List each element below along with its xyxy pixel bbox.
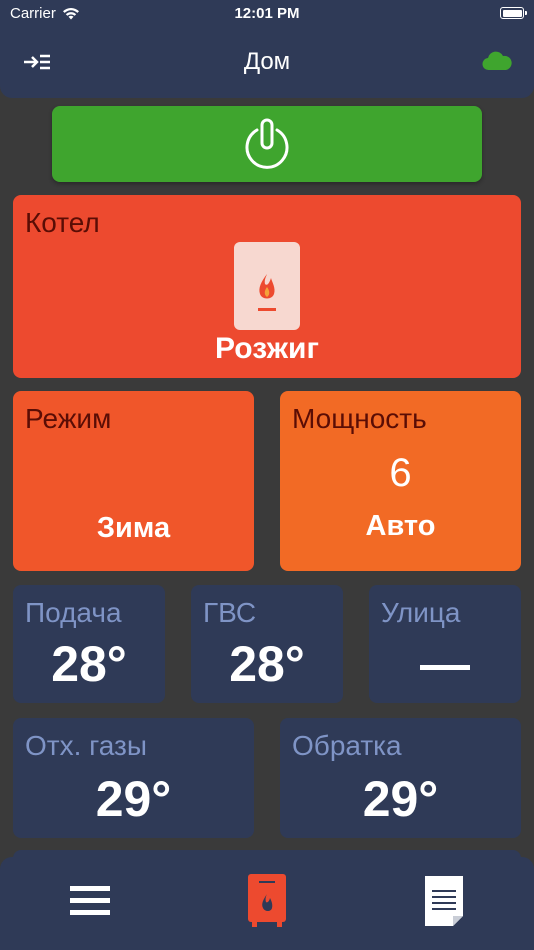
sensor-value: 28°: [51, 636, 127, 692]
tab-log[interactable]: [414, 871, 474, 931]
boiler-state: Розжиг: [215, 332, 319, 365]
sensor-hot-water[interactable]: ГВС 28°: [191, 585, 343, 703]
sensor-title: Обратка: [292, 730, 402, 761]
boiler-flame-icon: [234, 242, 300, 335]
boiler-icon: [248, 874, 286, 927]
boiler-title: Котел: [25, 207, 100, 238]
sensor-value: 28°: [229, 636, 305, 692]
power-button[interactable]: [52, 106, 482, 182]
sensor-title: Улица: [381, 597, 461, 628]
cloud-icon[interactable]: [480, 48, 514, 74]
power-level-tile[interactable]: Мощность 6 Авто: [280, 391, 521, 571]
tab-menu[interactable]: [60, 871, 120, 931]
boiler-tile[interactable]: Котел Розжиг: [13, 195, 521, 378]
sensor-outdoor[interactable]: Улица —: [369, 585, 521, 703]
document-icon: [425, 876, 463, 926]
mode-tile[interactable]: Режим Зима: [13, 391, 254, 571]
status-bar: Carrier 12:01 PM: [0, 0, 534, 28]
sensor-value: 29°: [95, 771, 172, 827]
sensor-title: Подача: [25, 597, 122, 628]
mode-title: Режим: [25, 403, 112, 434]
nav-bar: Дом: [0, 28, 534, 98]
battery-icon: [500, 7, 527, 19]
mode-value: Зима: [96, 512, 171, 544]
power-level-mode: Авто: [365, 510, 436, 542]
sensor-title: ГВС: [203, 597, 257, 628]
sensor-title: Отх. газы: [25, 730, 147, 761]
page-title: Дом: [243, 48, 291, 75]
sensor-value: —: [420, 636, 470, 692]
power-icon: [245, 118, 289, 169]
power-level-value: 6: [389, 451, 412, 495]
sensor-value: 29°: [362, 771, 439, 827]
status-time: 12:01 PM: [234, 5, 300, 22]
tab-bar: [0, 857, 534, 950]
sensor-exhaust-gas[interactable]: Отх. газы 29°: [13, 718, 254, 838]
sensor-return[interactable]: Обратка 29°: [280, 718, 521, 838]
power-level-title: Мощность: [292, 403, 427, 434]
sensor-supply[interactable]: Подача 28°: [13, 585, 165, 703]
menu-icon: [70, 886, 110, 915]
tab-boiler[interactable]: [237, 871, 297, 931]
